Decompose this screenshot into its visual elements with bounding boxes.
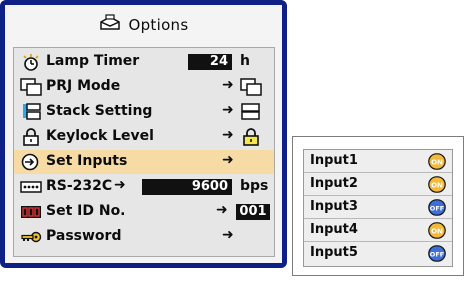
prj-mode-icon <box>20 78 42 96</box>
set-id-value: 001 <box>236 204 270 220</box>
svg-text:ON: ON <box>431 228 443 236</box>
arrow-right-icon: ➜ <box>222 152 234 168</box>
options-icon <box>99 14 121 36</box>
input-row-4[interactable]: Input4 ON <box>304 219 452 242</box>
arrow-right-icon: ➜ <box>222 127 234 143</box>
menu-item-label: Stack Setting <box>46 103 153 119</box>
options-menu-panel: Options Lamp Timer 24 h PRJ Mode ➜ Stack… <box>5 5 282 263</box>
input-label: Input2 <box>310 176 358 191</box>
menu-item-label: Set Inputs <box>46 153 128 169</box>
menu-item-label: Lamp Timer <box>46 53 140 69</box>
set-inputs-submenu: Input1 ON Input2 ON Input3 OFF Input4 ON… <box>292 136 464 276</box>
stack-setting-value-icon <box>240 103 262 125</box>
prj-mode-value-icon <box>240 78 262 100</box>
off-badge-icon[interactable]: OFF <box>428 245 446 266</box>
rs232c-unit: bps <box>240 178 269 194</box>
arrow-right-icon: ➜ <box>216 202 228 218</box>
lamp-timer-unit: h <box>240 53 250 69</box>
off-badge-icon[interactable]: OFF <box>428 199 446 220</box>
keylock-icon <box>20 128 42 146</box>
menu-item-label: Password <box>46 228 122 244</box>
svg-text:OFF: OFF <box>430 251 444 259</box>
input-label: Input4 <box>310 222 358 237</box>
menu-item-label: PRJ Mode <box>46 78 121 94</box>
menu-title: Options <box>128 16 189 34</box>
menu-item-stack-setting[interactable]: Stack Setting ➜ <box>14 100 274 124</box>
menu-item-label: RS-232C <box>46 178 113 194</box>
on-badge-icon[interactable]: ON <box>428 176 446 197</box>
input-row-5[interactable]: Input5 OFF <box>304 242 452 265</box>
options-menu-frame: Options Lamp Timer 24 h PRJ Mode ➜ Stack… <box>0 0 287 268</box>
options-list: Lamp Timer 24 h PRJ Mode ➜ Stack Setting… <box>13 47 275 257</box>
menu-item-rs232c[interactable]: RS-232C ➜ 9600 bps <box>14 175 274 199</box>
input-label: Input5 <box>310 245 358 260</box>
menu-item-password[interactable]: Password ➜ <box>14 225 274 249</box>
input-row-1[interactable]: Input1 ON <box>304 150 452 173</box>
arrow-right-icon: ➜ <box>222 227 234 243</box>
set-id-icon <box>20 203 42 221</box>
menu-item-label: Keylock Level <box>46 128 154 144</box>
stack-setting-icon <box>20 103 42 121</box>
menu-title-row: Options <box>5 5 282 45</box>
input-row-2[interactable]: Input2 ON <box>304 173 452 196</box>
rs232c-value: 9600 <box>142 179 232 195</box>
menu-item-label: Set ID No. <box>46 203 126 219</box>
lamp-timer-value: 24 <box>188 54 232 70</box>
svg-text:OFF: OFF <box>430 205 444 213</box>
arrow-right-icon: ➜ <box>114 177 126 193</box>
arrow-right-icon: ➜ <box>222 102 234 118</box>
menu-item-set-id[interactable]: Set ID No. ➜ 001 <box>14 200 274 224</box>
lamp-timer-icon <box>20 53 42 71</box>
svg-text:ON: ON <box>431 159 443 167</box>
password-key-icon <box>20 228 42 246</box>
input-label: Input1 <box>310 153 358 168</box>
arrow-right-icon: ➜ <box>222 77 234 93</box>
on-badge-icon[interactable]: ON <box>428 222 446 243</box>
menu-item-lamp-timer[interactable]: Lamp Timer 24 h <box>14 50 274 74</box>
on-badge-icon[interactable]: ON <box>428 153 446 174</box>
rs232c-icon <box>20 178 42 196</box>
keylock-value-icon <box>240 128 262 150</box>
menu-item-keylock-level[interactable]: Keylock Level ➜ <box>14 125 274 149</box>
menu-item-set-inputs[interactable]: Set Inputs ➜ <box>14 150 274 174</box>
inputs-list: Input1 ON Input2 ON Input3 OFF Input4 ON… <box>303 149 453 267</box>
input-label: Input3 <box>310 199 358 214</box>
set-inputs-icon <box>20 153 42 171</box>
menu-item-prj-mode[interactable]: PRJ Mode ➜ <box>14 75 274 99</box>
input-row-3[interactable]: Input3 OFF <box>304 196 452 219</box>
svg-text:ON: ON <box>431 182 443 190</box>
